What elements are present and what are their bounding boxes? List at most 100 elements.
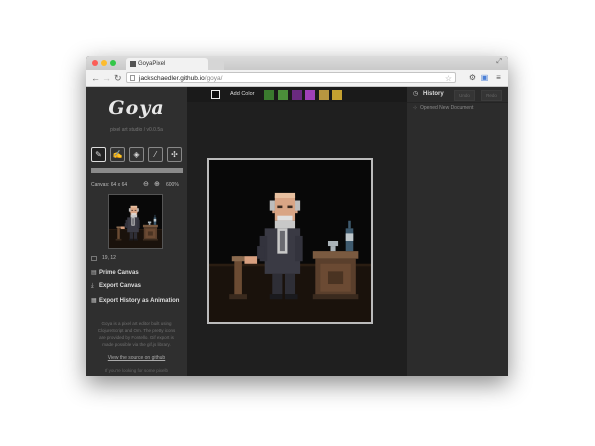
pixel-block <box>147 221 152 224</box>
cursor-coordinates: 19, 12 <box>102 255 116 261</box>
pixel-block <box>130 214 138 218</box>
pixel-block <box>133 232 138 239</box>
favicon-icon <box>130 61 136 67</box>
pixel-block <box>295 200 301 211</box>
bookmark-star-icon[interactable]: ☆ <box>445 73 452 84</box>
current-color-swatch[interactable] <box>211 90 220 99</box>
palette-swatch[interactable] <box>278 90 288 100</box>
pixel-block <box>153 219 157 222</box>
maximize-window-button[interactable] <box>110 60 116 66</box>
history-item-label: Opened New Document <box>420 105 474 111</box>
prime-canvas-label: Prime Canvas <box>99 270 139 276</box>
canvas-preview[interactable] <box>108 194 163 249</box>
pixel-block <box>134 209 137 211</box>
pixel-block <box>131 209 134 211</box>
pixel-block <box>137 219 140 229</box>
undo-button[interactable]: Undo <box>454 90 475 101</box>
pixel-block <box>234 256 242 297</box>
app-subtitle: pixel art studio / v0.0.5a <box>110 127 163 133</box>
history-panel: ◷ History Undo Redo ⊹ Opened New Document <box>407 87 508 376</box>
add-color-button[interactable]: Add Color <box>230 91 254 97</box>
palette-swatch[interactable] <box>264 90 274 100</box>
zoom-level: 600% <box>166 182 179 188</box>
palette-swatch[interactable] <box>332 90 342 100</box>
back-button[interactable]: ← <box>91 72 100 84</box>
fill-tool-button[interactable]: ◈ <box>129 147 144 162</box>
pencil-icon: ✎ <box>95 150 102 159</box>
export-history-button[interactable]: ▦ Export History as Animation <box>91 297 186 304</box>
history-item[interactable]: ⊹ Opened New Document <box>413 105 473 111</box>
browser-window: GoyaPixel ⤢ ← → ↻ jackschaedler.github.i… <box>86 56 508 376</box>
pixel-block <box>272 273 283 295</box>
new-tab-button[interactable] <box>208 61 224 70</box>
document-icon: ⊹ <box>413 105 418 111</box>
pixel-block <box>147 231 153 236</box>
pixel-block <box>274 220 296 229</box>
pixel-block <box>116 226 121 229</box>
extension-gear-icon[interactable]: ⚙ <box>468 73 477 82</box>
pixel-block <box>348 220 351 229</box>
redo-button[interactable]: Redo <box>481 90 502 101</box>
about-text-more: If you're looking for some pixelb <box>104 368 169 373</box>
edit-tool-button[interactable]: ✍ <box>110 147 125 162</box>
github-source-link[interactable]: View the source on github <box>86 355 187 361</box>
edit-icon: ✍ <box>112 150 123 159</box>
editor-area: Add Color <box>187 87 407 376</box>
tool-palette: ✎ ✍ ◈ ⁄ ✣ <box>91 147 183 162</box>
move-icon: ✣ <box>171 150 178 159</box>
pixel-block <box>142 224 158 228</box>
goya-app: Goya pixel art studio / v0.0.5a ✎ ✍ ◈ ⁄ … <box>86 87 508 376</box>
extension-folder-icon[interactable]: ▣ <box>480 73 489 82</box>
move-tool-button[interactable]: ✣ <box>167 147 182 162</box>
pixel-block <box>312 294 359 300</box>
pixel-block <box>117 226 120 240</box>
pixel-block <box>327 241 339 247</box>
fullscreen-icon[interactable]: ⤢ <box>496 58 502 66</box>
pixel-block <box>130 205 138 208</box>
prime-canvas-button[interactable]: ▤ Prime Canvas <box>91 269 186 276</box>
pixel-block <box>129 232 134 239</box>
pixel-block <box>120 226 125 229</box>
pixel-block <box>142 238 158 241</box>
download-icon: ⤓ <box>91 283 94 289</box>
pencil-tool-button[interactable]: ✎ <box>91 147 106 162</box>
clock-icon: ◷ <box>413 91 419 97</box>
export-canvas-button[interactable]: ⤓ Export Canvas <box>91 283 186 290</box>
history-title: History <box>423 91 444 97</box>
pixel-canvas[interactable] <box>207 158 373 324</box>
browser-tab[interactable]: GoyaPixel <box>126 58 208 70</box>
app-logo: Goya <box>108 97 165 119</box>
url-path: /goya/ <box>204 75 223 82</box>
pixel-art-image <box>209 160 371 322</box>
coordinates-icon <box>91 256 97 261</box>
eyedropper-tool-button[interactable]: ⁄ <box>148 147 163 162</box>
forward-button[interactable]: → <box>102 72 111 84</box>
pixel-block <box>269 294 283 300</box>
page-icon <box>130 75 135 81</box>
pixel-block <box>257 246 265 259</box>
pixel-block <box>327 271 344 285</box>
palette-swatch[interactable] <box>292 90 302 100</box>
palette-swatch[interactable] <box>319 90 329 100</box>
pixel-block <box>131 213 137 215</box>
tab-title: GoyaPixel <box>138 61 166 67</box>
pixel-block <box>295 235 303 262</box>
address-bar[interactable]: jackschaedler.github.io/goya/ ☆ <box>126 72 456 83</box>
pixel-block <box>244 256 258 264</box>
menu-icon[interactable]: ≡ <box>494 73 503 82</box>
minimize-window-button[interactable] <box>101 60 107 66</box>
palette-swatch[interactable] <box>305 90 315 100</box>
close-window-button[interactable] <box>92 60 98 66</box>
pixel-block <box>277 215 293 221</box>
zoom-in-icon[interactable]: ⊕ <box>154 180 160 188</box>
zoom-out-icon[interactable]: ⊖ <box>143 180 149 188</box>
browser-toolbar: ← → ↻ jackschaedler.github.io/goya/ ☆ ⚙ … <box>86 70 508 87</box>
pixel-block <box>287 205 293 209</box>
url-domain: jackschaedler.github.io <box>139 75 205 82</box>
export-canvas-label: Export Canvas <box>99 283 142 289</box>
fill-bucket-icon: ◈ <box>133 150 140 159</box>
palette-bar: Add Color <box>187 87 407 102</box>
reload-button[interactable]: ↻ <box>114 72 122 84</box>
current-color-bar[interactable] <box>91 168 183 173</box>
pixel-block <box>137 208 139 212</box>
